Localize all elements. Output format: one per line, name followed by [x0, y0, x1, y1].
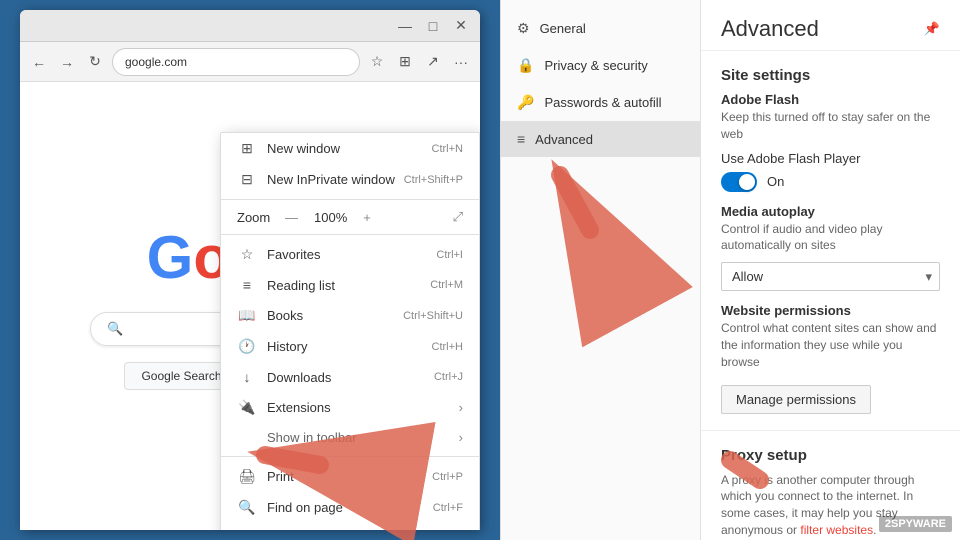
adobe-flash-toggle-label: On [767, 174, 784, 189]
refresh-icon[interactable]: ↻ [84, 51, 106, 73]
books-icon: 📖 [237, 307, 257, 324]
adobe-flash-toggle[interactable] [721, 172, 757, 192]
menu-print[interactable]: 🖨 Print Ctrl+P [221, 461, 479, 492]
sidebar-item-passwords[interactable]: 🔑 Passwords & autofill [501, 84, 700, 121]
menu-books[interactable]: 📖 Books Ctrl+Shift+U [221, 300, 479, 331]
settings-content: Advanced 📌 Site settings Adobe Flash Kee… [701, 0, 960, 540]
menu-new-window[interactable]: ⊞ New window Ctrl+N [221, 133, 479, 164]
menu-history[interactable]: 🕐 History Ctrl+H [221, 331, 479, 362]
menu-read-aloud[interactable]: 🔊 Read aloud Ctrl+Shift+G [221, 523, 479, 530]
separator-2 [221, 234, 479, 235]
adobe-flash-sub: Use Adobe Flash Player [721, 151, 940, 166]
menu-icon[interactable]: ··· [450, 51, 472, 73]
media-autoplay-desc: Control if audio and video play automati… [721, 221, 940, 255]
media-autoplay-title: Media autoplay [721, 204, 940, 219]
zoom-row: Zoom — 100% + ⤢ [221, 204, 479, 230]
print-icon: 🖨 [237, 468, 257, 485]
website-permissions-title: Website permissions [721, 303, 940, 318]
favorites-icon[interactable]: ☆ [366, 51, 388, 73]
separator-1 [221, 199, 479, 200]
close-button[interactable]: ✕ [450, 15, 472, 37]
website-permissions-desc: Control what content sites can show and … [721, 320, 940, 370]
browser-window: — □ ✕ ← → ↻ ☆ ⊞ ↗ ··· Google 🔍 Google Se… [20, 10, 480, 530]
sidebar-item-privacy[interactable]: 🔒 Privacy & security [501, 47, 700, 84]
passwords-icon: 🔑 [517, 94, 534, 111]
menu-favorites[interactable]: ☆ Favorites Ctrl+I [221, 239, 479, 270]
favorites-menu-icon: ☆ [237, 246, 257, 263]
collections-icon[interactable]: ⊞ [394, 51, 416, 73]
settings-panel: ⚙ General 🔒 Privacy & security 🔑 Passwor… [500, 0, 960, 540]
reading-list-icon: ≡ [237, 277, 257, 293]
sidebar-item-advanced[interactable]: ≡ Advanced [501, 121, 700, 157]
adobe-flash-desc: Keep this turned off to stay safer on th… [721, 109, 940, 143]
downloads-icon: ↓ [237, 369, 257, 385]
minimize-button[interactable]: — [394, 15, 416, 37]
address-bar-row: ← → ↻ ☆ ⊞ ↗ ··· [20, 42, 480, 82]
sidebar-item-general[interactable]: ⚙ General [501, 10, 700, 47]
menu-extensions[interactable]: 🔌 Extensions › [221, 392, 479, 423]
site-settings-section: Site settings Adobe Flash Keep this turn… [701, 51, 960, 431]
menu-show-toolbar[interactable]: Show in toolbar › [221, 423, 479, 452]
settings-title: Advanced [721, 16, 819, 42]
forward-icon[interactable]: → [56, 51, 78, 73]
manage-permissions-button[interactable]: Manage permissions [721, 385, 871, 414]
separator-3 [221, 456, 479, 457]
new-window-icon: ⊞ [237, 140, 257, 157]
proxy-setup-title: Proxy setup [721, 447, 940, 464]
settings-sidebar: ⚙ General 🔒 Privacy & security 🔑 Passwor… [501, 0, 701, 540]
browser-content: Google 🔍 Google Search I'm Feeling Lucky… [20, 82, 480, 530]
media-autoplay-item: Media autoplay Control if audio and vide… [721, 204, 940, 292]
general-icon: ⚙ [517, 20, 530, 37]
maximize-button[interactable]: □ [422, 15, 444, 37]
settings-header: Advanced 📌 [701, 0, 960, 51]
site-settings-title: Site settings [721, 67, 940, 84]
website-permissions-item: Website permissions Control what content… [721, 303, 940, 413]
adobe-flash-title: Adobe Flash [721, 92, 940, 107]
watermark: 2SPYWARE [879, 516, 952, 532]
address-input[interactable] [112, 48, 360, 76]
title-bar: — □ ✕ [20, 10, 480, 42]
menu-find-on-page[interactable]: 🔍 Find on page Ctrl+F [221, 492, 479, 523]
menu-new-inprivate[interactable]: ⊟ New InPrivate window Ctrl+Shift+P [221, 164, 479, 195]
media-autoplay-select[interactable]: Allow Limit Block [721, 262, 940, 291]
privacy-icon: 🔒 [517, 57, 534, 74]
menu-downloads[interactable]: ↓ Downloads Ctrl+J [221, 362, 479, 392]
extensions-icon: 🔌 [237, 399, 257, 416]
adobe-flash-item: Adobe Flash Keep this turned off to stay… [721, 92, 940, 192]
history-icon: 🕐 [237, 338, 257, 355]
inprivate-icon: ⊟ [237, 171, 257, 188]
advanced-icon: ≡ [517, 131, 525, 147]
context-menu: ⊞ New window Ctrl+N ⊟ New InPrivate wind… [220, 132, 480, 530]
settings-pin-icon[interactable]: 📌 [924, 21, 940, 37]
back-icon[interactable]: ← [28, 51, 50, 73]
adobe-flash-toggle-row: On [721, 172, 940, 192]
share-icon[interactable]: ↗ [422, 51, 444, 73]
find-icon: 🔍 [237, 499, 257, 516]
media-autoplay-select-wrapper: Allow Limit Block [721, 262, 940, 291]
menu-reading-list[interactable]: ≡ Reading list Ctrl+M [221, 270, 479, 300]
